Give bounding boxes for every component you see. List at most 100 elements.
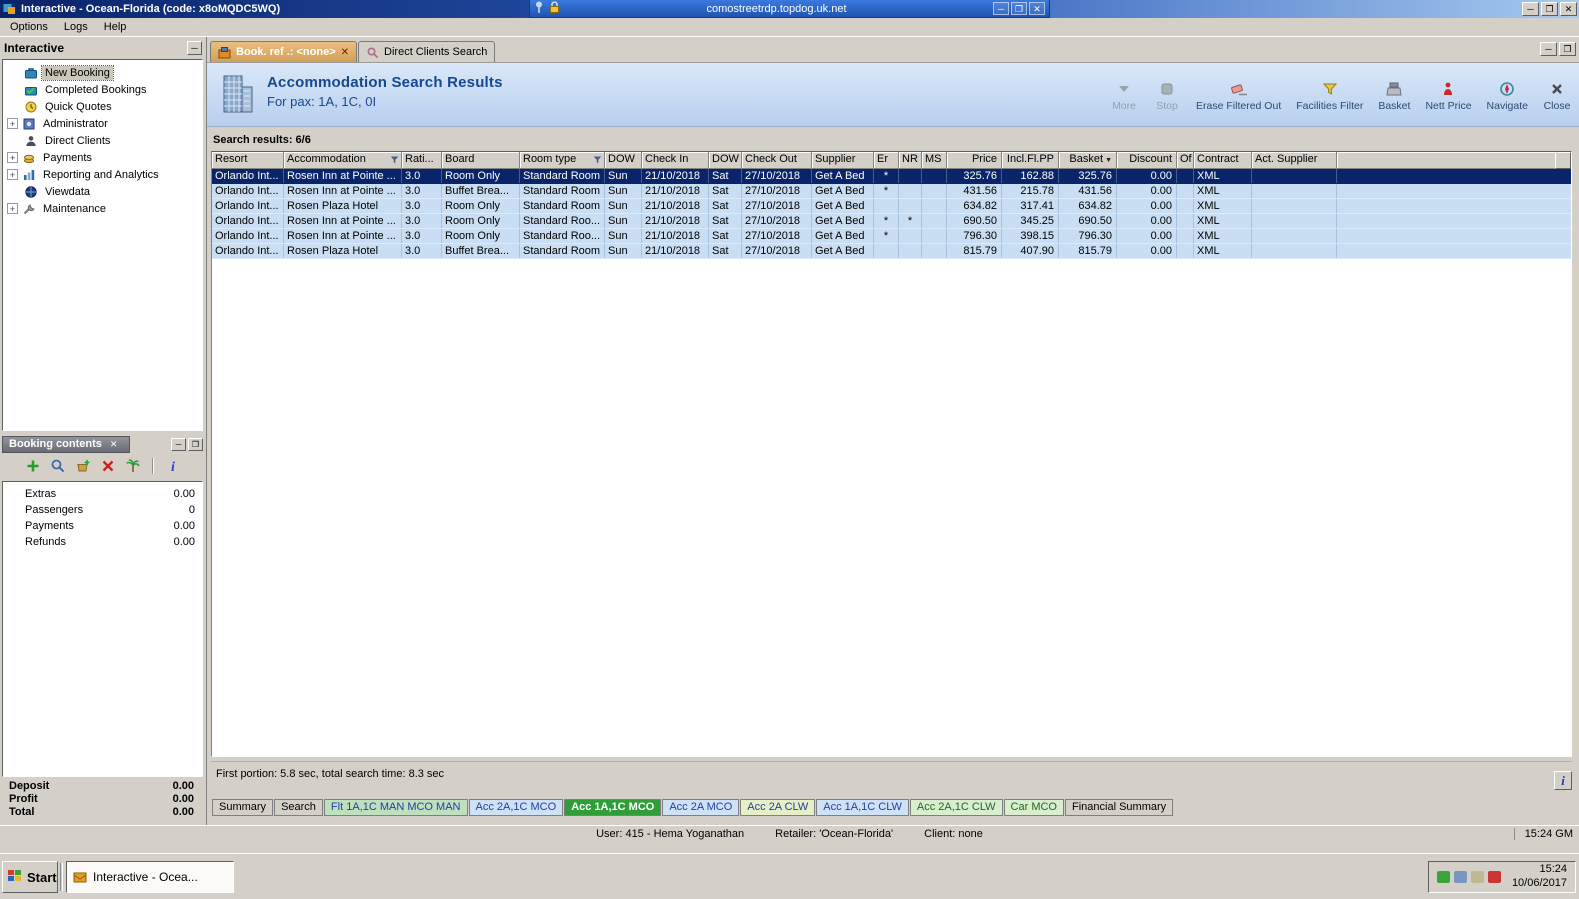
sidebar-item-viewdata[interactable]: Viewdata: [3, 183, 202, 200]
expand-plus-icon[interactable]: +: [7, 203, 18, 214]
column-header-contract[interactable]: Contract: [1194, 152, 1252, 169]
expand-plus-icon[interactable]: +: [7, 169, 18, 180]
status-green-icon[interactable]: [1436, 871, 1450, 883]
bottom-tab-acc-2a-1c-mco[interactable]: Acc 2A,1C MCO: [468, 799, 564, 816]
bc-tool-palm-icon[interactable]: [124, 457, 142, 475]
sidebar-item-completed-bookings[interactable]: Completed Bookings: [3, 81, 202, 98]
bottom-tab-acc-2a-clw[interactable]: Acc 2A CLW: [740, 799, 816, 816]
mail-icon[interactable]: [1470, 871, 1484, 883]
rdp-connection-bar[interactable]: comostreetrdp.topdog.uk.net ─ ❐ ✕: [529, 0, 1050, 18]
pin-icon[interactable]: [534, 0, 544, 17]
taskbar-task-button[interactable]: Interactive - Ocea...: [66, 861, 234, 893]
alert-red-icon[interactable]: [1487, 871, 1501, 883]
column-header-incl-fl-pp[interactable]: Incl.Fl.PP: [1002, 152, 1059, 169]
rdp-close-button[interactable]: ✕: [1029, 2, 1045, 15]
toolbar-button-facilities-filter[interactable]: Facilities Filter: [1296, 79, 1363, 112]
column-header-discount[interactable]: Discount: [1117, 152, 1177, 169]
bc-tool-search-person-icon[interactable]: [49, 457, 67, 475]
bottom-tab-acc-1a-1c-mco[interactable]: Acc 1A,1C MCO: [564, 799, 662, 816]
sidebar-item-new-booking[interactable]: New Booking: [3, 64, 202, 81]
column-header-board[interactable]: Board: [442, 152, 520, 169]
column-header-supplier[interactable]: Supplier: [812, 152, 874, 169]
filter-funnel-icon[interactable]: [390, 155, 399, 168]
table-row[interactable]: Orlando Int... Rosen Inn at Pointe ... 3.0…: [212, 229, 1571, 244]
expand-plus-icon[interactable]: +: [7, 118, 18, 129]
menu-item-options[interactable]: Options: [2, 19, 56, 35]
start-button[interactable]: Start: [2, 861, 58, 893]
filter-icon: [1322, 79, 1338, 97]
toolbar-button-basket[interactable]: Basket: [1378, 79, 1410, 112]
bottom-tab-flt-1a-1c-man-mco-man[interactable]: Flt 1A,1C MAN MCO MAN: [323, 799, 468, 816]
sidebar-item-payments[interactable]: + Payments: [3, 149, 202, 166]
sidebar-item-direct-clients[interactable]: Direct Clients: [3, 132, 202, 149]
close-tab-icon[interactable]: ✕: [341, 47, 349, 58]
bc-tool-info-icon[interactable]: i: [164, 457, 182, 475]
bottom-tab-acc-2a-mco[interactable]: Acc 2A MCO: [662, 799, 740, 816]
column-header-room-type[interactable]: Room type: [520, 152, 605, 169]
sidebar-item-maintenance[interactable]: + Maintenance: [3, 200, 202, 217]
booking-contents-row[interactable]: Payments 0.00: [3, 518, 202, 534]
bottom-tab-financial-summary[interactable]: Financial Summary: [1065, 799, 1174, 816]
toolbar-button-nett-price[interactable]: Nett Price: [1425, 79, 1472, 112]
sidebar-item-reporting-and-analytics[interactable]: + Reporting and Analytics: [3, 166, 202, 183]
column-header-basket[interactable]: Basket ▼: [1059, 152, 1117, 169]
bc-tool-basket-add-icon[interactable]: [74, 457, 92, 475]
minimize-window-button[interactable]: ─: [1522, 2, 1539, 16]
info-button[interactable]: i: [1554, 771, 1572, 790]
minimize-panel-button[interactable]: ─: [171, 437, 186, 451]
column-header-rati[interactable]: Rati...: [402, 152, 442, 169]
toolbar-button-close[interactable]: Close: [1543, 79, 1571, 112]
bottom-tab-car-mco[interactable]: Car MCO: [1003, 799, 1064, 816]
column-header-dow[interactable]: DOW: [709, 152, 742, 169]
booking-contents-title-tab[interactable]: Booking contents ✕: [2, 435, 130, 453]
column-header-price[interactable]: Price: [947, 152, 1002, 169]
minimize-document-button[interactable]: ─: [1540, 42, 1557, 56]
column-header-nr[interactable]: NR: [899, 152, 922, 169]
column-header-of[interactable]: Of: [1177, 152, 1194, 169]
restore-panel-button[interactable]: ❐: [188, 437, 203, 451]
column-header-er[interactable]: Er: [874, 152, 899, 169]
column-header-ms[interactable]: MS: [922, 152, 947, 169]
grid-options-button[interactable]: [1555, 152, 1571, 169]
column-header-resort[interactable]: Resort: [212, 152, 284, 169]
booking-contents-row[interactable]: Passengers 0: [3, 502, 202, 518]
column-header-accommodation[interactable]: Accommodation: [284, 152, 402, 169]
booking-contents-row[interactable]: Extras 0.00: [3, 486, 202, 502]
rdp-minimize-button[interactable]: ─: [993, 2, 1009, 15]
statusbar-session-info: User: 415 - Hema Yoganathan Retailer: 'O…: [0, 828, 1579, 840]
column-header-check-out[interactable]: Check Out: [742, 152, 812, 169]
menu-item-help[interactable]: Help: [96, 19, 135, 35]
table-row[interactable]: Orlando Int... Rosen Inn at Pointe ... 3.0…: [212, 184, 1571, 199]
column-header-check-in[interactable]: Check In: [642, 152, 709, 169]
sidebar-collapse-button[interactable]: ─: [187, 41, 202, 55]
table-row[interactable]: Orlando Int... Rosen Inn at Pointe ... 3.0…: [212, 214, 1571, 229]
table-row[interactable]: Orlando Int... Rosen Inn at Pointe ... 3.0…: [212, 169, 1571, 184]
expand-plus-icon[interactable]: +: [7, 152, 18, 163]
bc-tool-delete-icon[interactable]: [99, 457, 117, 475]
bottom-tab-acc-1a-1c-clw[interactable]: Acc 1A,1C CLW: [816, 799, 909, 816]
toolbar-button-erase-filtered-out[interactable]: Erase Filtered Out: [1196, 79, 1281, 112]
restore-window-button[interactable]: ❐: [1541, 2, 1558, 16]
filter-funnel-icon[interactable]: [593, 155, 602, 168]
bc-tool-add-icon[interactable]: [24, 457, 42, 475]
column-header-act-supplier[interactable]: Act. Supplier: [1252, 152, 1337, 169]
table-row[interactable]: Orlando Int... Rosen Plaza Hotel 3.0 Room O…: [212, 199, 1571, 214]
rdp-restore-button[interactable]: ❐: [1011, 2, 1027, 15]
table-row[interactable]: Orlando Int... Rosen Plaza Hotel 3.0 Buffet…: [212, 244, 1571, 259]
close-window-button[interactable]: ✕: [1560, 2, 1577, 16]
tab-direct-clients-search[interactable]: Direct Clients Search: [358, 41, 496, 62]
display-icon[interactable]: [1453, 871, 1467, 883]
menu-item-logs[interactable]: Logs: [56, 19, 96, 35]
column-header-dow[interactable]: DOW: [605, 152, 642, 169]
tab-book-ref-none[interactable]: Book. ref .: <none> ✕: [210, 41, 358, 62]
bottom-tab-summary[interactable]: Summary: [212, 799, 274, 816]
toolbar-button-navigate[interactable]: Navigate: [1487, 79, 1528, 112]
sidebar-item-administrator[interactable]: + Administrator: [3, 115, 202, 132]
booking-contents-row[interactable]: Refunds 0.00: [3, 534, 202, 550]
cell-discount: 0.00: [1117, 169, 1177, 183]
restore-document-button[interactable]: ❐: [1559, 42, 1576, 56]
bottom-tab-search[interactable]: Search: [274, 799, 323, 816]
sidebar-item-quick-quotes[interactable]: Quick Quotes: [3, 98, 202, 115]
bottom-tab-acc-2a-1c-clw[interactable]: Acc 2A,1C CLW: [909, 799, 1003, 816]
close-panel-icon[interactable]: ✕: [110, 439, 118, 450]
